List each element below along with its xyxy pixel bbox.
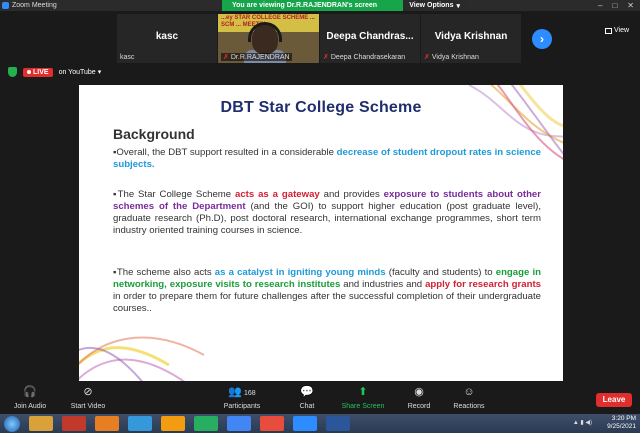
participant-sublabel: ✗ Deepa Chandrasekaran: [323, 53, 406, 62]
reactions-button[interactable]: ☺ Reactions: [439, 386, 499, 410]
start-video-button[interactable]: ⊘ Start Video: [58, 386, 118, 410]
tray-icons[interactable]: ▲ ▮ ◀): [573, 419, 592, 426]
slide-title: DBT Star College Scheme: [220, 99, 422, 116]
paragraph-text: and industries and: [340, 279, 426, 290]
clock-date: 9/25/2021: [607, 423, 636, 430]
mic-muted-icon: ✗: [424, 54, 430, 61]
slide-paragraph: ▪Overall, the DBT support resulted in a …: [113, 147, 541, 171]
zoom-window: Zoom Meeting – □ ✕ You are viewing Dr.R.…: [0, 0, 640, 433]
meeting-toolbar: 🎧 Join Audio ⊘ Start Video 👥 168 Particip…: [0, 384, 640, 414]
viewing-banner-text: You are viewing Dr.R.RAJENDRAN's screen: [232, 2, 378, 9]
viewing-banner: You are viewing Dr.R.RAJENDRAN's screen …: [222, 0, 466, 11]
system-clock[interactable]: 3:20 PM 9/25/2021: [607, 415, 636, 431]
windows-start-icon[interactable]: [4, 415, 20, 432]
grid-view-icon: [605, 27, 612, 34]
participants-count: 168: [244, 390, 256, 397]
minimize-button[interactable]: –: [598, 1, 602, 10]
live-dot-icon: [27, 70, 31, 74]
shared-screen-slide: DBT Star College Scheme Background ▪Over…: [79, 85, 563, 381]
share-screen-button[interactable]: ⬆ Share Screen: [333, 386, 393, 410]
slide-paragraph: ▪The Star College Scheme acts as a gatew…: [113, 189, 541, 237]
view-options-button[interactable]: View Options ▾: [403, 0, 466, 11]
slide-paragraph: ▪The scheme also acts as a catalyst in i…: [113, 267, 541, 315]
stream-destination[interactable]: on YouTube ▾: [58, 68, 102, 77]
share-screen-label: Share Screen: [341, 403, 385, 410]
paragraph-text: ▪The Star College Scheme: [113, 189, 236, 200]
participant-tile[interactable]: Deepa Chandras... ✗ Deepa Chandrasekaran: [320, 14, 420, 63]
meeting-status-bar: LIVE on YouTube ▾: [0, 63, 640, 81]
mic-muted-icon: ✗: [223, 54, 229, 61]
stream-destination-label: on YouTube: [58, 68, 96, 76]
file-explorer-icon[interactable]: [29, 416, 53, 431]
live-badge[interactable]: LIVE: [23, 67, 53, 77]
app-icon[interactable]: [260, 416, 284, 431]
video-off-icon: ⊘: [83, 386, 93, 398]
participant-tile-video[interactable]: ...ey STAR COLLEGE SCHEME ... SCM ... ME…: [218, 14, 319, 63]
close-button[interactable]: ✕: [627, 1, 634, 10]
view-options-label: View Options: [409, 2, 454, 9]
participants-icon: 👥 168: [228, 386, 256, 398]
paragraph-text: (faculty and students) to: [385, 267, 496, 278]
participant-gallery: kasc kasc ...ey STAR COLLEGE SCHEME ... …: [0, 11, 640, 63]
paragraph-text: in order to prepare them for future chal…: [113, 291, 541, 314]
chrome-icon[interactable]: [227, 416, 251, 431]
app-icon[interactable]: [62, 416, 86, 431]
chat-button[interactable]: 💬 Chat: [277, 386, 337, 410]
app-icon[interactable]: [194, 416, 218, 431]
headphones-icon: 🎧: [23, 386, 37, 398]
view-layout-button[interactable]: View: [605, 27, 629, 34]
slide-heading: Background: [113, 126, 195, 142]
participant-name: Vidya Krishnan: [434, 31, 508, 42]
participant-sublabel: ✗ Dr.R.RAJENDRAN: [221, 53, 292, 61]
start-video-label: Start Video: [70, 403, 106, 410]
participant-name: kasc: [155, 31, 179, 42]
participant-sublabel-text: kasc: [120, 54, 135, 61]
participant-sublabel-text: Dr.R.RAJENDRAN: [230, 53, 290, 61]
participant-sublabel-text: Deepa Chandrasekaran: [330, 53, 406, 61]
view-label: View: [614, 27, 630, 34]
window-controls: – □ ✕: [598, 1, 634, 10]
participant-name: Deepa Chandras...: [326, 31, 414, 42]
highlight-text: apply for research grants: [425, 279, 541, 290]
highlight-text: as a catalyst in igniting young minds: [214, 267, 386, 278]
participant-sublabel-text: Vidya Krishnan: [431, 53, 479, 61]
participant-sublabel: kasc: [120, 54, 134, 61]
join-audio-label: Join Audio: [13, 403, 47, 410]
windows-taskbar: ▲ ▮ ◀) 3:20 PM 9/25/2021: [0, 414, 640, 433]
zoom-logo-icon: [2, 2, 9, 9]
chevron-right-icon[interactable]: ›: [532, 29, 552, 49]
chevron-down-icon: ▾: [456, 2, 460, 10]
paragraph-text: ▪Overall, the DBT support resulted in a …: [113, 147, 337, 158]
mic-muted-icon: ✗: [323, 54, 329, 61]
highlight-text: acts as a gateway: [235, 189, 320, 200]
live-label: LIVE: [33, 68, 49, 76]
participants-label: Participants: [223, 403, 261, 410]
clock-time: 3:20 PM: [611, 415, 636, 422]
join-audio-button[interactable]: 🎧 Join Audio: [0, 386, 60, 410]
participants-button[interactable]: 👥 168 Participants: [212, 386, 272, 410]
smiley-icon: ☺: [463, 386, 475, 398]
shield-icon[interactable]: [8, 67, 17, 77]
participant-sublabel: ✗ Vidya Krishnan: [424, 53, 479, 62]
chevron-down-icon: ▾: [97, 69, 102, 76]
decorative-swirl-bottom-left: [79, 336, 205, 381]
chat-label: Chat: [299, 403, 315, 410]
chat-icon: 💬: [300, 386, 314, 398]
share-screen-icon: ⬆: [358, 386, 368, 398]
app-icon[interactable]: [128, 416, 152, 431]
maximize-button[interactable]: □: [612, 1, 617, 10]
zoom-taskbar-icon[interactable]: [293, 416, 317, 431]
leave-button[interactable]: Leave: [596, 393, 632, 407]
record-label: Record: [407, 403, 431, 410]
firefox-icon[interactable]: [161, 416, 185, 431]
paragraph-text: ▪The scheme also acts: [113, 267, 215, 278]
participant-tile[interactable]: kasc kasc: [117, 14, 217, 63]
paragraph-text: and provides: [319, 189, 384, 200]
media-player-icon[interactable]: [95, 416, 119, 431]
word-icon[interactable]: [326, 416, 350, 431]
reactions-label: Reactions: [453, 403, 485, 410]
participant-tile[interactable]: Vidya Krishnan ✗ Vidya Krishnan: [421, 14, 521, 63]
